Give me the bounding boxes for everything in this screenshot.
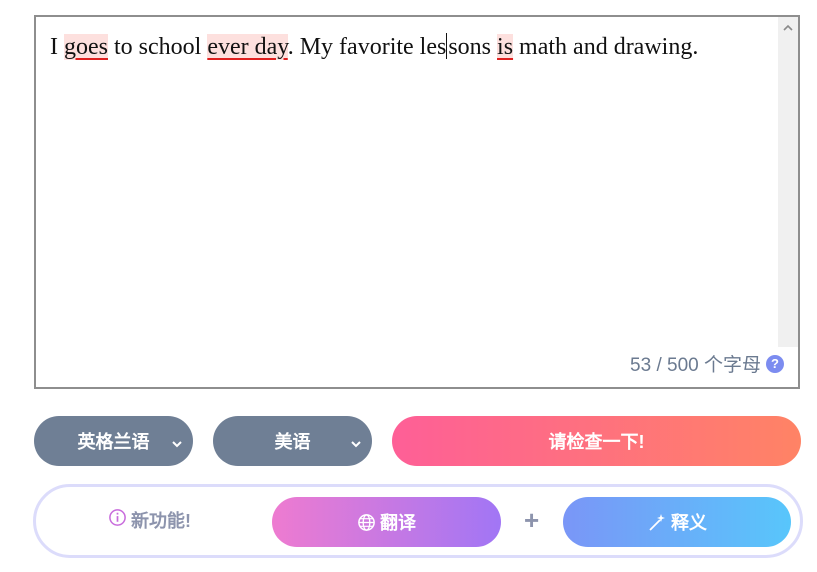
chevron-down-icon	[171, 432, 183, 453]
define-label: 释义	[671, 513, 707, 533]
magic-wand-icon	[647, 512, 667, 532]
text-segment: . My favorite les	[287, 34, 447, 60]
new-feature-link[interactable]: 新功能!	[108, 507, 191, 533]
text-segment: math and drawing.	[513, 34, 699, 60]
translate-label: 翻译	[380, 513, 416, 533]
counter-text: 53 / 500 个字母	[630, 355, 761, 376]
translate-button[interactable]: 翻译	[272, 497, 501, 547]
error-highlight[interactable]: ever day	[207, 34, 288, 60]
feature-bar: 新功能! 翻译 + 释义	[33, 484, 803, 558]
text-segment: sons	[448, 34, 498, 60]
help-icon[interactable]: ?	[766, 354, 784, 373]
editor-text[interactable]: I goes to school ever day. My favorite l…	[50, 31, 764, 63]
text-editor[interactable]: I goes to school ever day. My favorite l…	[34, 15, 800, 389]
dialect-select-label: 英格兰语	[77, 432, 150, 452]
dialect-select-american[interactable]: 美语	[213, 416, 372, 466]
text-segment: I	[50, 34, 64, 60]
error-highlight[interactable]: goes	[64, 34, 108, 60]
check-button-label: 请检查一下!	[548, 432, 645, 452]
plus-icon: +	[524, 505, 540, 535]
dialect-select-english[interactable]: 英格兰语	[34, 416, 193, 466]
check-button[interactable]: 请检查一下!	[392, 416, 801, 466]
new-feature-label: 新功能!	[131, 511, 191, 531]
text-segment: to school	[108, 34, 208, 60]
scrollbar[interactable]	[778, 17, 798, 347]
scroll-up-arrow-icon[interactable]	[778, 17, 798, 37]
dialect-select-label: 美语	[274, 432, 311, 452]
error-highlight[interactable]: is	[497, 34, 514, 60]
info-icon	[108, 508, 127, 532]
character-counter: 53 / 500 个字母 ?	[630, 350, 784, 377]
globe-icon	[357, 513, 376, 532]
chevron-down-icon	[350, 432, 362, 453]
define-button[interactable]: 释义	[563, 497, 791, 547]
